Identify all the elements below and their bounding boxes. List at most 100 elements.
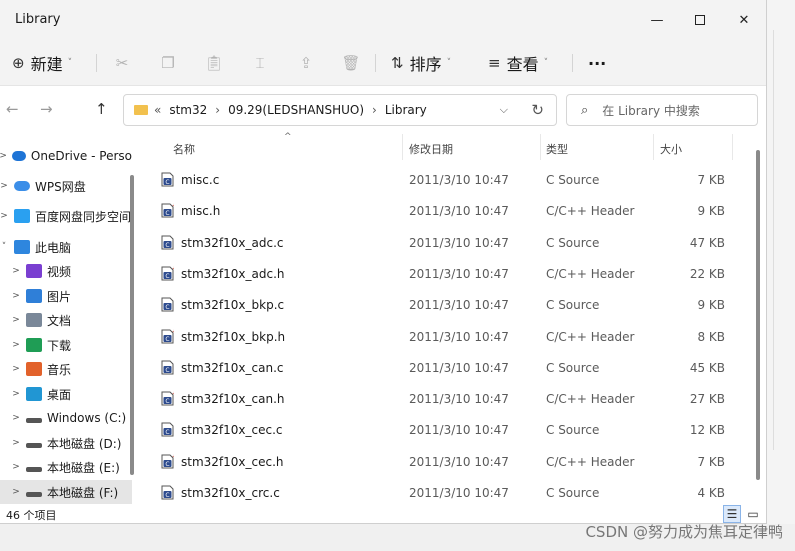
file-row[interactable]: C+ stm32f10x_bkp.h 2011/3/10 10:47 C/C++ He… — [143, 321, 753, 352]
chevron-right-icon[interactable]: > — [10, 340, 22, 350]
chevron-right-icon[interactable]: > — [10, 266, 22, 276]
file-date: 2011/3/10 10:47 — [409, 298, 509, 313]
svg-text:C: C — [165, 492, 169, 499]
rename-button[interactable]: ⌶ — [249, 52, 271, 74]
svg-text:C: C — [165, 241, 169, 248]
sidebar-item[interactable]: > 本地磁盘 (F:) — [0, 480, 132, 504]
cut-button[interactable]: ✂ — [111, 52, 133, 74]
sidebar-item[interactable]: > 本地磁盘 (D:) — [0, 431, 132, 455]
address-bar[interactable]: « stm32 › 09.29(LEDSHANSHUO) › Library ⌵… — [123, 94, 557, 126]
search-box[interactable]: ⌕ 在 Library 中搜索 — [566, 94, 758, 126]
chevron-right-icon[interactable]: > — [0, 151, 8, 161]
file-type: C Source — [546, 235, 600, 250]
chevron-right-icon[interactable]: > — [10, 413, 22, 423]
maximize-button[interactable] — [685, 8, 715, 32]
chevron-right-icon[interactable]: > — [10, 389, 22, 399]
paste-button[interactable]: 📋︎ — [203, 52, 225, 74]
chevron-down-icon[interactable]: ⌵ — [500, 103, 508, 117]
share-button[interactable]: ⇪ — [295, 52, 317, 74]
details-view-button[interactable]: ☰ — [723, 505, 741, 523]
sidebar-item-label: 音乐 — [47, 362, 72, 377]
column-type[interactable]: 类型 — [546, 141, 568, 157]
sidebar-item[interactable]: > Windows (C:) — [0, 406, 132, 430]
file-list-scrollbar[interactable] — [756, 150, 760, 480]
file-row[interactable]: C+ stm32f10x_adc.h 2011/3/10 10:47 C/C++ He… — [143, 258, 753, 289]
delete-button[interactable]: 🗑︎ — [340, 52, 362, 74]
cloud-icon — [14, 181, 30, 191]
copy-button[interactable]: ❐ — [157, 52, 179, 74]
chevron-right-icon[interactable]: > — [10, 291, 22, 301]
sidebar-item-label: 视频 — [47, 264, 72, 279]
sidebar-item[interactable]: > 图片 — [0, 284, 132, 308]
sidebar-scrollbar[interactable] — [130, 175, 134, 475]
music-icon — [26, 362, 42, 376]
chevron-right-icon[interactable]: > — [10, 315, 22, 325]
download-icon — [26, 338, 42, 352]
chevron-right-icon[interactable]: > — [10, 462, 22, 472]
breadcrumb-item[interactable]: 09.29(LEDSHANSHUO) — [228, 103, 364, 117]
svg-text:C: C — [165, 398, 169, 405]
breadcrumb-item[interactable]: stm32 — [169, 103, 207, 117]
view-button[interactable]: ≡ 查看 ˅ — [488, 48, 548, 78]
breadcrumb-item[interactable]: Library — [385, 103, 427, 117]
column-date[interactable]: 修改日期 — [409, 141, 453, 157]
item-count: 46 个项目 — [6, 509, 57, 522]
file-row[interactable]: Cstm32f10x_bkp.c 2011/3/10 10:47 C Source 9… — [143, 289, 753, 320]
sidebar-item[interactable]: > WPS网盘 — [0, 174, 132, 198]
chevron-down-icon[interactable]: ˅ — [0, 242, 10, 252]
drive-icon — [26, 466, 42, 472]
file-row[interactable]: C+ stm32f10x_cec.h 2011/3/10 10:47 C/C++ He… — [143, 446, 753, 477]
file-row[interactable]: C+ stm32f10x_can.h 2011/3/10 10:47 C/C++ He… — [143, 383, 753, 414]
chevron-right-icon[interactable]: > — [0, 211, 10, 221]
c-header-file-icon: C+ — [161, 203, 174, 218]
up-button[interactable]: ↑ — [95, 100, 108, 118]
breadcrumb-separator[interactable]: › — [372, 103, 377, 117]
arrow-left-icon: ← — [6, 100, 19, 118]
file-type: C Source — [546, 423, 600, 438]
tiles-view-button[interactable]: ▭ — [744, 505, 762, 523]
file-row[interactable]: C+ misc.h 2011/3/10 10:47 C/C++ Header 9 KB — [143, 195, 753, 226]
sidebar-item[interactable]: > OneDrive - Perso — [0, 144, 132, 168]
column-name[interactable]: 名称 — [173, 141, 195, 157]
sidebar-item[interactable]: ˅ 此电脑 — [0, 235, 132, 259]
chevron-down-icon: ˅ — [67, 58, 73, 68]
more-button[interactable]: ··· — [588, 48, 606, 78]
sidebar-item[interactable]: > 本地磁盘 (E:) — [0, 455, 132, 479]
file-row[interactable]: Cstm32f10x_adc.c 2011/3/10 10:47 C Source 4… — [143, 227, 753, 258]
search-input[interactable]: 在 Library 中搜索 — [602, 102, 700, 119]
sidebar-item-label: 本地磁盘 (D:) — [47, 436, 122, 451]
file-name: stm32f10x_can.c — [181, 360, 284, 375]
new-button[interactable]: ⊕ 新建 ˅ — [12, 48, 72, 78]
refresh-icon[interactable]: ↻ — [531, 101, 544, 119]
chevron-right-icon[interactable]: > — [10, 487, 22, 497]
file-size: 47 KB — [689, 235, 725, 250]
plus-circle-icon: ⊕ — [12, 54, 25, 72]
baidu-icon — [14, 209, 30, 223]
back-button[interactable]: ← — [6, 100, 19, 118]
minimize-button[interactable]: — — [642, 8, 672, 32]
sidebar-item[interactable]: > 桌面 — [0, 382, 132, 406]
sidebar-item[interactable]: > 视频 — [0, 259, 132, 283]
file-row[interactable]: Cstm32f10x_cec.c 2011/3/10 10:47 C Source 1… — [143, 414, 753, 445]
forward-button[interactable]: → — [40, 100, 53, 118]
sidebar-item[interactable]: > 百度网盘同步空间 — [0, 204, 132, 228]
breadcrumb-overflow[interactable]: « — [154, 103, 161, 117]
svg-text:+: + — [172, 329, 174, 335]
chevron-right-icon[interactable]: > — [10, 438, 22, 448]
file-date: 2011/3/10 10:47 — [409, 392, 509, 407]
sidebar-item[interactable]: > 音乐 — [0, 357, 132, 381]
arrow-up-icon: ↑ — [95, 100, 108, 118]
column-size[interactable]: 大小 — [660, 141, 682, 157]
breadcrumb-separator[interactable]: › — [215, 103, 220, 117]
chevron-right-icon[interactable]: > — [10, 364, 22, 374]
share-icon: ⇪ — [299, 54, 313, 72]
sidebar-item[interactable]: > 下载 — [0, 333, 132, 357]
sidebar-item[interactable]: > 文档 — [0, 308, 132, 332]
file-date: 2011/3/10 10:47 — [409, 266, 509, 281]
svg-text:C: C — [165, 210, 169, 217]
sort-button[interactable]: ⇅ 排序 ˅ — [391, 48, 451, 78]
file-row[interactable]: Cstm32f10x_can.c 2011/3/10 10:47 C Source 4… — [143, 352, 753, 383]
chevron-right-icon[interactable]: > — [0, 181, 10, 191]
close-button[interactable]: ✕ — [729, 8, 759, 32]
file-row[interactable]: Cmisc.c 2011/3/10 10:47 C Source 7 KB — [143, 164, 753, 195]
